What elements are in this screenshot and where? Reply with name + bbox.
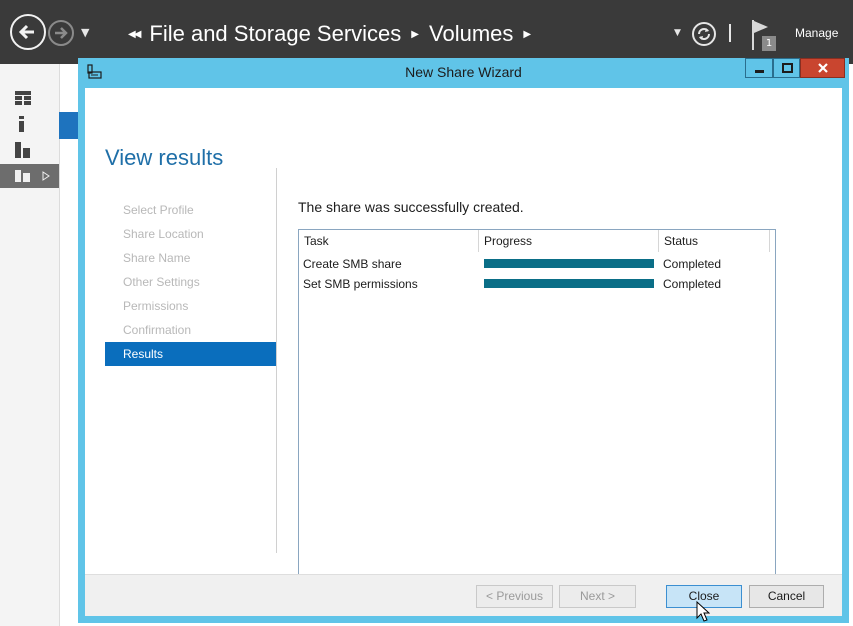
server-manager-header: ▼ ◀◀ File and Storage Services ▶ Volumes… <box>0 0 853 64</box>
nav-local-server[interactable] <box>0 112 59 136</box>
maximize-icon <box>782 63 793 73</box>
next-button[interactable]: Next > <box>559 585 636 608</box>
back-arrow-icon <box>18 24 34 40</box>
forward-button[interactable] <box>48 20 74 46</box>
table-row[interactable]: Set SMB permissions Completed <box>299 274 775 294</box>
breadcrumb-item[interactable]: File and Storage Services <box>149 21 401 47</box>
dropdown-icon[interactable]: ▼ <box>674 28 681 38</box>
task-cell: Set SMB permissions <box>303 277 418 291</box>
steps-divider <box>276 168 277 553</box>
background-selected-item <box>59 112 79 139</box>
wizard-footer: < Previous Next > Close Cancel <box>85 574 842 616</box>
status-cell: Completed <box>663 257 722 271</box>
storage-icon <box>15 170 30 182</box>
left-nav-rail <box>0 64 60 626</box>
breadcrumb-item[interactable]: Volumes <box>429 21 513 47</box>
results-table: Task Progress Status Create SMB share Co… <box>298 229 776 583</box>
wizard-steps-list: Select Profile Share Location Share Name… <box>105 198 276 366</box>
wizard-client-area: View results Select Profile Share Locati… <box>85 88 842 616</box>
wizard-title: New Share Wizard <box>405 64 522 80</box>
column-header-status[interactable]: Status <box>659 230 770 252</box>
progress-bar <box>484 259 654 268</box>
progress-fill <box>484 279 654 288</box>
minimize-button[interactable] <box>745 58 773 78</box>
nav-all-servers[interactable] <box>0 138 59 162</box>
column-header-progress[interactable]: Progress <box>479 230 659 252</box>
history-dropdown-icon[interactable]: ▼ <box>81 26 89 39</box>
minimize-icon <box>755 70 764 73</box>
server-icon <box>19 116 24 132</box>
breadcrumb: ◀◀ File and Storage Services ▶ Volumes ▶ <box>128 20 541 48</box>
table-row[interactable]: Create SMB share Completed <box>299 254 775 274</box>
close-window-button[interactable] <box>800 58 845 78</box>
task-cell: Create SMB share <box>303 257 402 271</box>
breadcrumb-separator-icon: ▶ <box>411 28 419 40</box>
close-icon <box>818 63 828 73</box>
column-header-task[interactable]: Task <box>299 230 479 252</box>
nav-dashboard[interactable] <box>0 86 59 110</box>
nav-file-storage-services[interactable] <box>0 164 59 188</box>
breadcrumb-overflow-icon[interactable]: ◀◀ <box>128 29 141 40</box>
back-button[interactable] <box>10 14 46 50</box>
step-share-location: Share Location <box>123 227 204 241</box>
notification-count-badge: 1 <box>762 36 776 51</box>
wizard-title-bar[interactable]: New Share Wizard <box>78 58 849 88</box>
success-message: The share was successfully created. <box>298 199 524 215</box>
page-heading: View results <box>105 145 224 170</box>
manage-menu[interactable]: Manage <box>795 26 838 40</box>
step-permissions: Permissions <box>123 299 189 313</box>
step-results[interactable]: Results <box>105 342 276 366</box>
breadcrumb-separator-icon: ▶ <box>523 28 532 40</box>
status-cell: Completed <box>663 277 722 291</box>
progress-bar <box>484 279 654 288</box>
divider <box>729 24 731 42</box>
servers-icon <box>15 142 30 158</box>
step-confirmation: Confirmation <box>123 323 192 337</box>
new-share-wizard-window: New Share Wizard View results Select Pro… <box>78 58 849 623</box>
step-share-name: Share Name <box>123 251 191 265</box>
forward-arrow-icon <box>55 27 68 39</box>
maximize-button[interactable] <box>773 58 800 78</box>
cancel-button[interactable]: Cancel <box>749 585 824 608</box>
refresh-icon <box>698 28 710 40</box>
step-select-profile: Select Profile <box>123 203 194 217</box>
previous-button[interactable]: < Previous <box>476 585 553 608</box>
dashboard-icon <box>15 91 31 105</box>
progress-fill <box>484 259 654 268</box>
step-other-settings: Other Settings <box>123 275 200 289</box>
mouse-cursor-icon <box>696 601 710 622</box>
expand-arrow-icon[interactable] <box>42 171 50 181</box>
refresh-button[interactable] <box>692 22 716 46</box>
